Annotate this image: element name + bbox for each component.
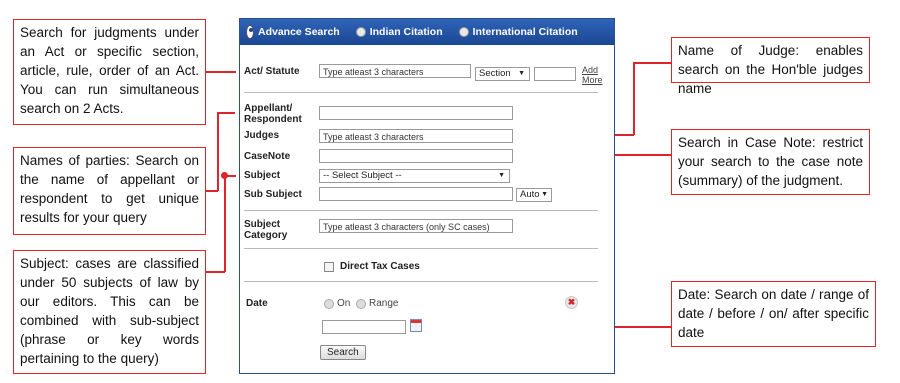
radio-icon [355,27,366,37]
clear-date-icon[interactable]: ✖ [565,296,578,309]
search-tabs: Advance Search Indian Citation Internati… [240,19,614,45]
date-input[interactable] [322,320,406,334]
connector-judge-h2 [633,62,671,64]
appellant-respondent-label: Appellant/ Respondent [244,103,302,125]
direct-tax-checkbox[interactable]: Direct Tax Cases [324,261,420,272]
date-label: Date [246,298,268,309]
dropdown-arrow-icon: ▼ [498,172,505,179]
sub-subject-input[interactable] [319,187,513,201]
connector-parties-v [217,112,219,191]
divider [244,210,598,211]
annotation-subject: Subject: cases are classified under 50 s… [13,250,206,374]
divider [244,248,598,249]
tab-advance-search[interactable]: Advance Search [246,25,340,39]
judges-input[interactable]: Type atleast 3 characters [319,129,513,143]
subject-category-label: Subject Category [244,219,288,241]
calendar-icon[interactable] [410,319,422,332]
add-more-link[interactable]: Add More [582,65,603,85]
subject-label: Subject [244,170,281,181]
subject-category-input[interactable]: Type atleast 3 characters (only SC cases… [319,219,513,233]
act-statute-input[interactable]: Type atleast 3 characters [319,64,471,78]
appellant-respondent-input[interactable] [319,106,513,120]
tab-international-citation[interactable]: International Citation [458,26,578,38]
auto-select[interactable]: Auto ▼ [516,188,552,202]
annotation-act-statute: Search for judgments under an Act or spe… [13,19,206,125]
act-statute-label: Act/ Statute [244,66,300,77]
date-on-radio[interactable]: On [324,298,350,309]
annotation-parties: Names of parties: Search on the name of … [13,147,206,235]
connector-parties-h2 [217,112,235,114]
dropdown-arrow-icon: ▼ [541,191,548,198]
section-input[interactable] [534,67,576,81]
connector-dot-subject [221,172,228,179]
radio-selected-icon [246,25,254,39]
annotation-date: Date: Search on date / range of date / b… [671,281,876,347]
divider [244,92,598,93]
section-select[interactable]: Section ▼ [475,67,530,81]
annotation-judge: Name of Judge: enables search on the Hon… [671,37,870,96]
date-range-radio[interactable]: Range [356,298,398,309]
annotation-casenote: Search in Case Note: restrict your searc… [671,129,870,195]
checkbox-icon [324,261,334,272]
connector-subject-h1 [206,271,225,273]
subject-select[interactable]: -- Select Subject -- ▼ [319,169,510,183]
radio-icon [458,27,469,37]
dropdown-arrow-icon: ▼ [518,70,525,77]
advanced-search-form: Advance Search Indian Citation Internati… [239,18,615,374]
tab-indian-citation[interactable]: Indian Citation [355,26,443,38]
judges-label: Judges [244,130,280,141]
radio-icon [356,298,366,309]
search-button[interactable]: Search [320,345,366,360]
connector-act [206,71,236,73]
casenote-label: CaseNote [244,151,291,162]
radio-icon [324,298,334,309]
casenote-input[interactable] [319,149,513,163]
sub-subject-label: Sub Subject [244,189,302,200]
connector-judge-v [633,62,635,135]
connector-subject-v [224,175,226,272]
divider [244,281,598,282]
